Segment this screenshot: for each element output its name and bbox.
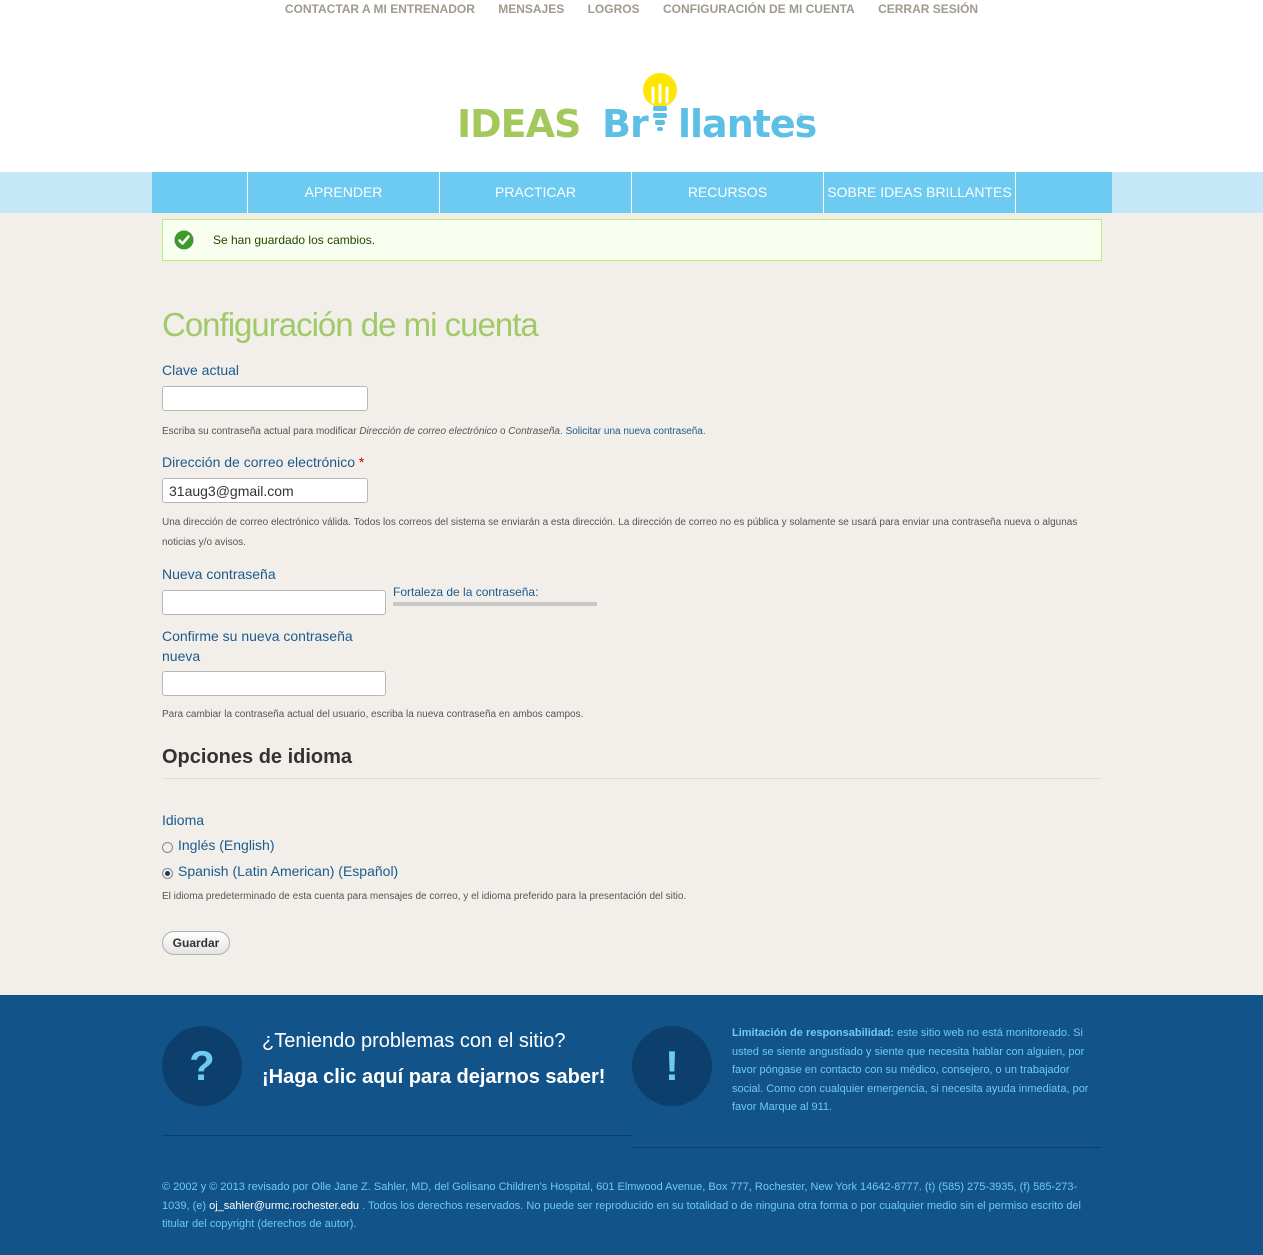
help-text: o	[497, 426, 509, 437]
nav-item-about[interactable]: SOBRE IDEAS BRILLANTES	[824, 172, 1016, 213]
help-text: Escriba su contraseña actual para modifi…	[162, 426, 360, 437]
language-option-spanish[interactable]: Spanish (Latin American) (Español)	[162, 862, 398, 879]
email-label: Dirección de correo electrónico *	[162, 454, 364, 470]
request-new-password-link[interactable]: Solicitar una nueva contraseña	[566, 426, 703, 437]
top-link-messages[interactable]: MENSAJES	[498, 2, 564, 16]
language-label: Idioma	[162, 812, 205, 828]
alert-icon: !	[632, 1026, 712, 1106]
language-option-spanish-label: Spanish (Latin American) (Español)	[178, 862, 399, 879]
footer-divider	[162, 1135, 632, 1136]
nav-spacer	[152, 172, 248, 213]
nav-item-resources[interactable]: RECURSOS	[632, 172, 824, 213]
nav-item-practice[interactable]: PRACTICAR	[440, 172, 632, 213]
footer-help-link[interactable]: ¡Haga clic aquí para dejarnos saber!	[262, 1066, 605, 1089]
password-strength-meter	[393, 602, 597, 606]
language-help: El idioma predeterminado de esta cuenta …	[162, 891, 687, 902]
lightbulb-icon	[643, 73, 677, 131]
required-marker: *	[358, 454, 365, 470]
disclaimer-title: Limitación de responsabilidad:	[732, 1027, 894, 1039]
language-option-english-label: Inglés (English)	[178, 836, 275, 853]
email-field[interactable]	[162, 478, 368, 503]
header: CONTACTAR A MI ENTRENADOR MENSAJES LOGRO…	[0, 0, 1263, 172]
nav-item-learn[interactable]: APRENDER	[248, 172, 440, 213]
question-icon: ?	[162, 1026, 242, 1106]
confirm-password-help: Para cambiar la contraseña actual del us…	[162, 709, 584, 720]
radio-spanish[interactable]	[162, 868, 173, 879]
password-strength-label: Fortaleza de la contraseña:	[393, 585, 539, 599]
current-password-input[interactable]	[162, 386, 368, 411]
help-emphasis-password: Contraseña	[508, 426, 560, 437]
footer-divider	[632, 1147, 1102, 1148]
email-help: Una dirección de correo electrónico váli…	[162, 517, 1078, 548]
email-label-text: Dirección de correo electrónico	[162, 454, 355, 470]
top-link-contact-coach[interactable]: CONTACTAR A MI ENTRENADOR	[285, 2, 475, 16]
top-link-achievements[interactable]: LOGROS	[588, 2, 640, 16]
language-option-english[interactable]: Inglés (English)	[162, 836, 275, 853]
status-message: Se han guardado los cambios.	[162, 219, 1102, 261]
section-divider	[162, 778, 1102, 779]
site-logo[interactable]: IDEAS Br llantes ®	[456, 72, 817, 152]
confirm-password-input[interactable]	[162, 671, 386, 696]
footer-disclaimer: Limitación de responsabilidad: este siti…	[732, 1024, 1092, 1117]
disclaimer-body: este sitio web no está monitoreado. Si u…	[732, 1027, 1089, 1113]
new-password-label: Nueva contraseña	[162, 566, 276, 582]
logo-registered-mark: ®	[798, 112, 804, 121]
radio-english[interactable]	[162, 842, 173, 853]
footer-copyright: © 2002 y © 2013 revisado por Olle Jane Z…	[162, 1178, 1102, 1234]
logo-text-llantes: llantes	[678, 102, 817, 146]
footer-help-question: ¿Teniendo problemas con el sitio?	[262, 1030, 566, 1052]
help-text: .	[702, 426, 706, 437]
contact-email-link[interactable]: oj_sahler@urmc.rochester.edu	[209, 1200, 359, 1212]
top-link-account-settings[interactable]: CONFIGURACIÓN DE MI CUENTA	[663, 2, 855, 16]
language-section-title: Opciones de idioma	[162, 746, 353, 768]
check-circle-icon	[174, 230, 194, 250]
current-password-help: Escriba su contraseña actual para modifi…	[162, 422, 706, 442]
help-emphasis-email: Dirección de correo electrónico	[359, 426, 498, 437]
top-link-logout[interactable]: CERRAR SESIÓN	[878, 2, 978, 16]
main-nav-band: APRENDER PRACTICAR RECURSOS SOBRE IDEAS …	[0, 172, 1263, 213]
top-links: CONTACTAR A MI ENTRENADOR MENSAJES LOGRO…	[0, 2, 1263, 16]
new-password-input[interactable]	[162, 590, 386, 615]
confirm-password-label: Confirme su nueva contraseña nueva	[162, 628, 353, 664]
page-title: Configuración de mi cuenta	[162, 306, 539, 343]
status-message-text: Se han guardado los cambios.	[213, 233, 376, 247]
logo-text-br: Br	[602, 102, 649, 146]
main-nav: APRENDER PRACTICAR RECURSOS SOBRE IDEAS …	[152, 172, 1112, 213]
logo-text-ideas: IDEAS	[457, 102, 581, 146]
current-password-label: Clave actual	[162, 362, 240, 378]
save-button[interactable]: Guardar	[162, 931, 230, 955]
